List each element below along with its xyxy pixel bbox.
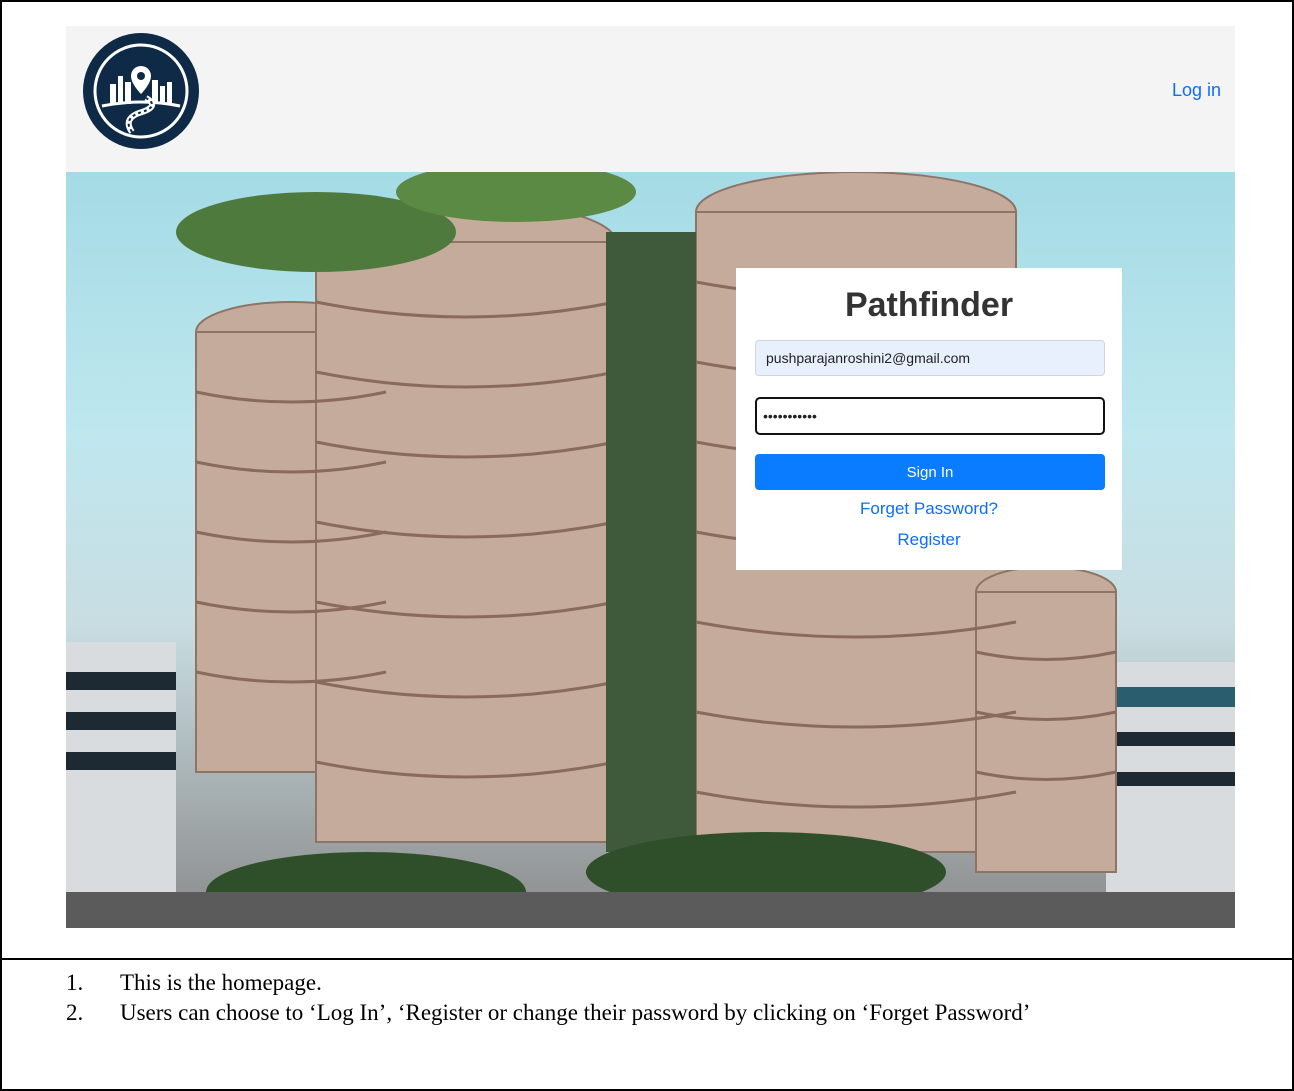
login-card: Pathfinder Sign In Forget Password? Regi… [736, 268, 1122, 570]
register-link[interactable]: Register [736, 530, 1122, 550]
navbar: Log in [66, 26, 1235, 172]
app-title: Pathfinder [844, 286, 1014, 324]
app-screenshot: Log in Pathfinder pushparajanroshini2@gm… [66, 26, 1235, 928]
notes-list: 1. This is the homepage. 2. Users can ch… [66, 968, 1266, 1028]
note-text: This is the homepage. [120, 970, 322, 995]
sign-in-button[interactable]: Sign In [755, 454, 1105, 490]
list-number: 1. [66, 970, 84, 995]
list-number: 2. [66, 1000, 84, 1025]
list-item: 1. This is the homepage. [66, 968, 1266, 998]
password-field[interactable] [755, 397, 1105, 435]
list-item: 2. Users can choose to ‘Log In’, ‘Regist… [66, 998, 1266, 1028]
forget-password-link[interactable]: Forget Password? [736, 499, 1122, 519]
note-text: Users can choose to ‘Log In’, ‘Register … [120, 1000, 1031, 1025]
pathfinder-logo-icon [83, 33, 199, 149]
login-link[interactable]: Log in [1172, 80, 1221, 101]
hero-background-image: Pathfinder Sign In Forget Password? Regi… [66, 172, 1235, 928]
section-divider [0, 958, 1294, 960]
email-field[interactable] [755, 340, 1105, 376]
